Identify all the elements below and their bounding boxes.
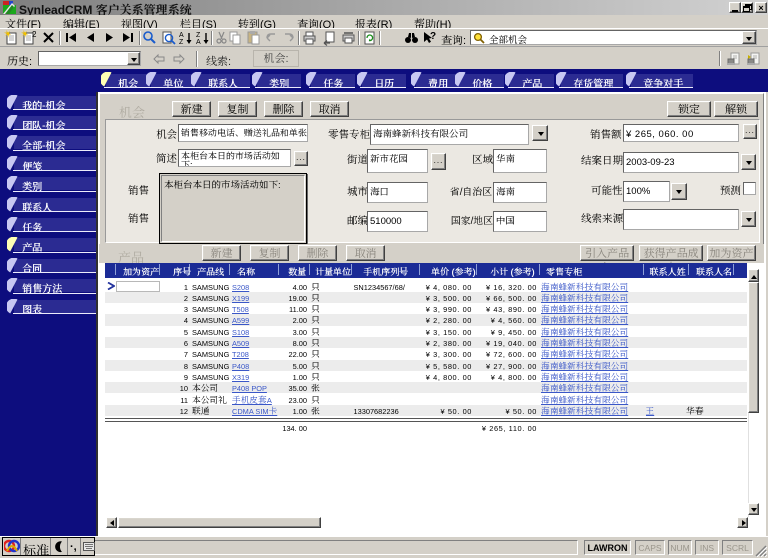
svg-text:Z: Z [179,37,184,46]
svg-text:A: A [196,37,201,46]
svg-text:2: 2 [32,30,37,40]
svg-text:?: ? [430,30,436,42]
